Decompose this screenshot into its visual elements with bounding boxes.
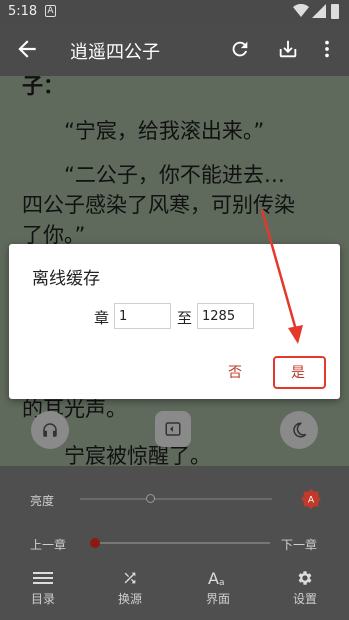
nav-catalog[interactable]: 目录 bbox=[18, 568, 68, 607]
brightness-slider[interactable] bbox=[80, 498, 272, 500]
auto-page-icon bbox=[165, 422, 181, 436]
cancel-button[interactable]: 否 bbox=[228, 362, 242, 382]
start-chapter-input[interactable] bbox=[114, 303, 171, 329]
toolbar: 逍遥四公子 bbox=[0, 24, 349, 76]
settings-icon bbox=[298, 571, 312, 585]
chapter-slider[interactable] bbox=[94, 542, 270, 544]
night-mode-button[interactable] bbox=[280, 411, 318, 449]
chapter-label: 章 bbox=[94, 309, 110, 327]
brightness-thumb[interactable] bbox=[146, 494, 155, 503]
nav-change-source[interactable]: 换源 bbox=[105, 568, 155, 607]
tts-button[interactable] bbox=[31, 411, 69, 449]
nav-interface[interactable]: Aa 界面 bbox=[193, 568, 243, 607]
battery-icon bbox=[331, 4, 339, 19]
end-chapter-input[interactable] bbox=[197, 303, 254, 329]
reader-line: 子： bbox=[22, 76, 64, 98]
auto-badge: A bbox=[308, 495, 315, 506]
reader-line: “宁宸，给我滚出来。” bbox=[64, 119, 265, 143]
wifi-icon bbox=[293, 4, 309, 17]
highlight-box bbox=[273, 356, 326, 389]
nav-label: 设置 bbox=[292, 592, 317, 606]
back-arrow-icon[interactable] bbox=[14, 36, 40, 62]
book-title: 逍遥四公子 bbox=[70, 42, 160, 63]
headphones-icon bbox=[43, 423, 57, 437]
svg-text:a: a bbox=[219, 578, 225, 587]
moon-icon bbox=[293, 422, 307, 438]
svg-text:A: A bbox=[208, 569, 219, 587]
nav-settings[interactable]: 设置 bbox=[280, 568, 330, 607]
dialog-title: 离线缓存 bbox=[32, 269, 100, 289]
shuffle-icon bbox=[124, 572, 136, 584]
prev-chapter-button[interactable]: 上一章 bbox=[30, 536, 66, 553]
auto-page-button[interactable] bbox=[155, 411, 191, 447]
signal-icon bbox=[312, 4, 326, 18]
brightness-label: 亮度 bbox=[30, 494, 55, 508]
auto-brightness-button[interactable]: A bbox=[300, 488, 322, 510]
nav-label: 界面 bbox=[205, 592, 230, 606]
font-icon: Aa bbox=[208, 569, 225, 587]
notification-icon: A bbox=[45, 5, 56, 17]
auto-brightness-icon: A bbox=[300, 488, 322, 510]
next-chapter-button[interactable]: 下一章 bbox=[281, 536, 317, 553]
list-icon bbox=[33, 572, 53, 584]
reader-line: “二公子，你不能进去… bbox=[64, 163, 285, 187]
more-vert-icon[interactable] bbox=[320, 38, 334, 60]
nav-label: 换源 bbox=[117, 592, 142, 606]
status-bar: 5:18 A bbox=[0, 0, 349, 24]
nav-label: 目录 bbox=[30, 592, 55, 606]
chapter-thumb[interactable] bbox=[90, 538, 100, 548]
to-label: 至 bbox=[177, 309, 193, 327]
status-time: 5:18 bbox=[8, 4, 38, 19]
reader-line: 四公子感染了风寒，可别传染 bbox=[22, 193, 295, 217]
download-icon[interactable] bbox=[277, 38, 299, 60]
refresh-icon[interactable] bbox=[229, 38, 251, 60]
bottom-panel: 亮度 A 上一章 下一章 目录 换源 Aa 界面 设置 bbox=[0, 466, 349, 620]
